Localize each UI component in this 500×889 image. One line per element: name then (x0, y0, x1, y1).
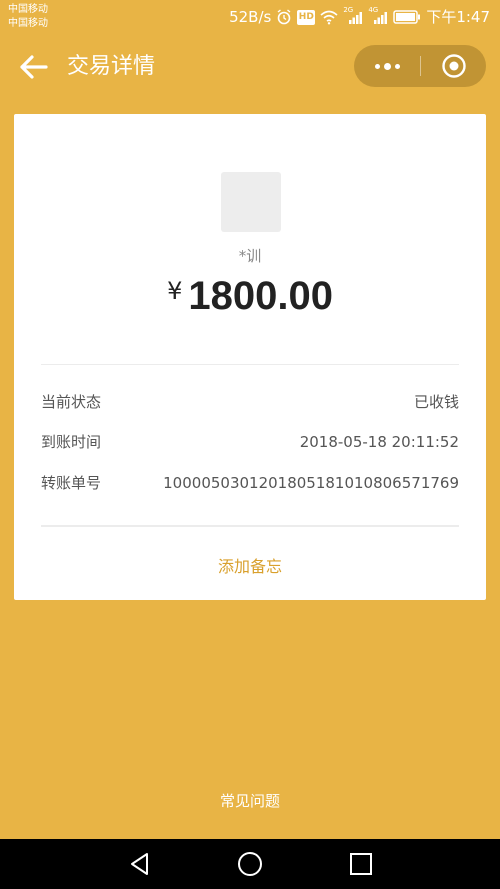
system-nav-bar (0, 839, 500, 889)
alarm-icon (277, 9, 291, 25)
more-dots-icon (374, 63, 380, 69)
system-back-button[interactable] (127, 851, 153, 877)
transaction-card: *训 ¥1800.00 当前状态 已收钱 到账时间 2018-05-18 20:… (14, 114, 486, 600)
signal-1-icon (349, 11, 363, 24)
close-button[interactable] (421, 45, 486, 87)
amount: ¥1800.00 (14, 274, 486, 319)
target-close-icon (441, 54, 466, 78)
detail-value: 已收钱 (413, 393, 459, 411)
signal-2: 4G (368, 6, 388, 25)
payee-name: *训 (238, 247, 262, 265)
system-home-button[interactable] (237, 851, 263, 877)
arrow-left-icon (20, 55, 48, 79)
system-recents-button[interactable] (348, 851, 374, 877)
detail-label: 当前状态 (41, 393, 102, 411)
signal-1: 2G (343, 6, 363, 25)
detail-label: 转账单号 (41, 474, 102, 492)
faq-link[interactable]: 常见问题 (0, 790, 500, 811)
divider (41, 364, 459, 365)
net-speed: 52B/s (229, 8, 272, 26)
detail-row-transfer-id: 转账单号 1000050301201805181010806571769 (41, 471, 459, 495)
more-dots-icon (394, 63, 400, 69)
battery-icon (393, 10, 421, 24)
hd-icon: HD (297, 9, 316, 25)
payee-avatar (221, 172, 281, 232)
more-dots-icon (383, 62, 391, 70)
detail-row-time: 到账时间 2018-05-18 20:11:52 (41, 430, 459, 454)
detail-value: 1000050301201805181010806571769 (163, 474, 459, 492)
currency-symbol: ¥ (167, 277, 183, 305)
circle-home-icon (238, 852, 262, 876)
menu-capsule (354, 45, 486, 87)
nav-bar: 交易详情 (0, 34, 500, 100)
back-button[interactable] (18, 52, 50, 82)
square-recents-icon (350, 853, 372, 875)
detail-value: 2018-05-18 20:11:52 (299, 433, 459, 451)
triangle-back-icon (131, 853, 148, 875)
status-icons: 52B/s HD 2G 4G 下午1:47 (229, 6, 490, 27)
carrier-2: 中国移动 (8, 18, 48, 29)
clock: 下午1:47 (426, 8, 490, 26)
page-title: 交易详情 (67, 54, 156, 79)
carrier-1: 中国移动 (8, 4, 48, 15)
add-memo-link[interactable]: 添加备忘 (14, 553, 486, 577)
signal-2-icon (374, 11, 388, 24)
more-button[interactable] (354, 45, 420, 87)
amount-value: 1800.00 (188, 274, 333, 318)
wifi-icon (320, 10, 338, 24)
detail-label: 到账时间 (41, 433, 102, 451)
divider (41, 525, 459, 527)
status-bar: 中国移动 中国移动 52B/s HD 2G 4G 下午1:47 (0, 0, 500, 34)
detail-row-status: 当前状态 已收钱 (41, 390, 459, 414)
